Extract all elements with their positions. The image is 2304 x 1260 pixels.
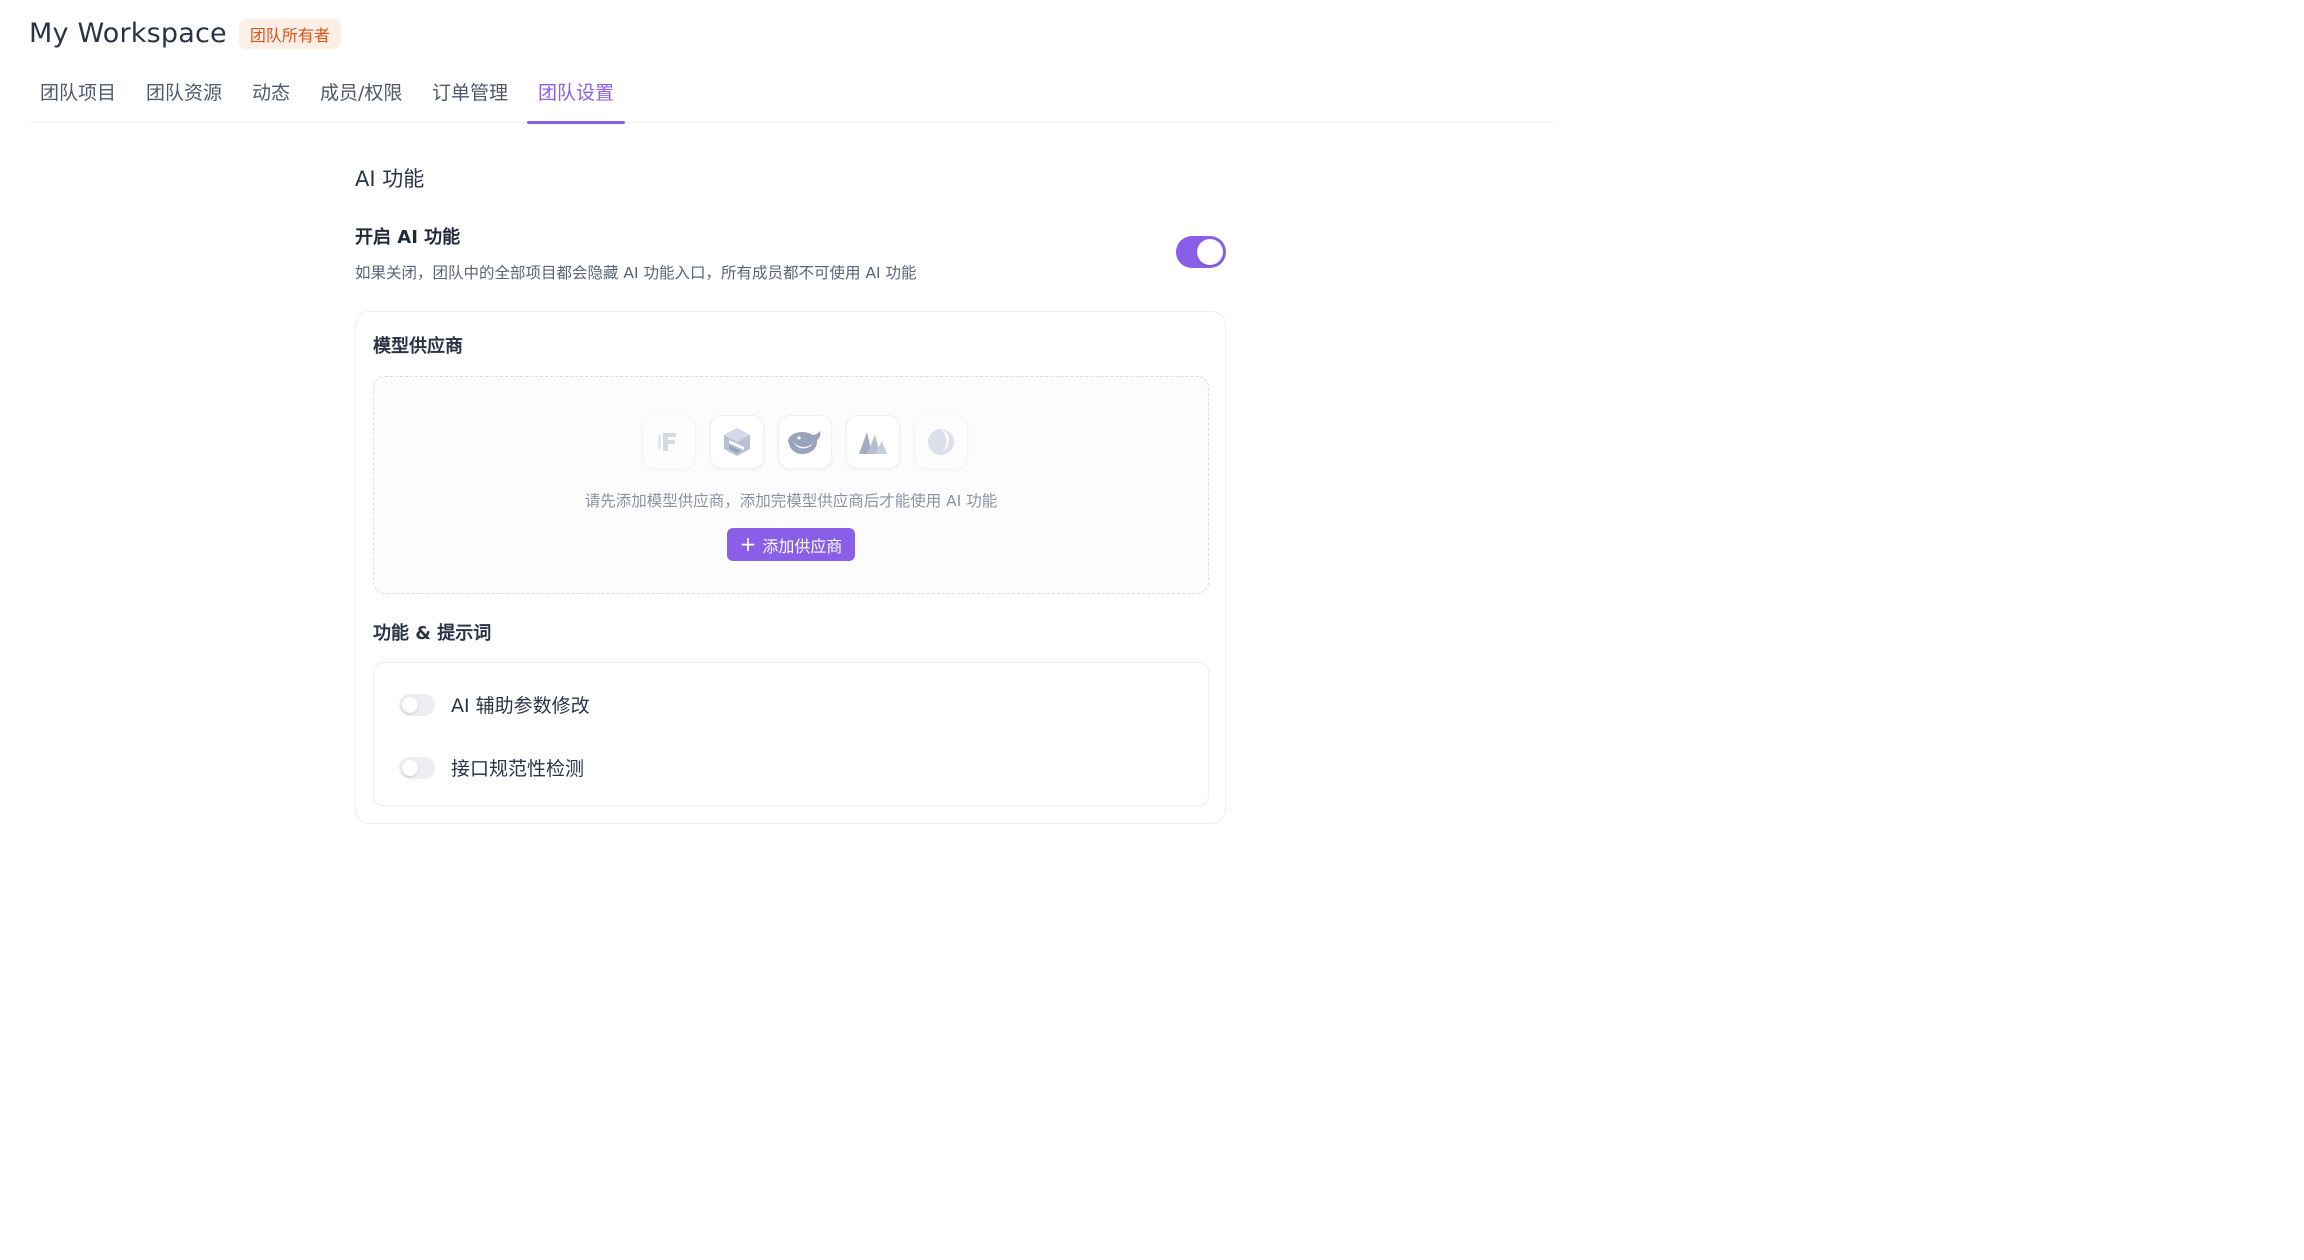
fireworks-logo-icon xyxy=(642,415,696,469)
feature-row-param-assist: AI 辅助参数修改 xyxy=(399,691,590,718)
tab-members-permissions[interactable]: 成员/权限 xyxy=(320,68,402,123)
providers-heading: 模型供应商 xyxy=(373,336,463,357)
tab-order-management[interactable]: 订单管理 xyxy=(432,68,508,123)
ai-config-card: 模型供应商 请先添加模型供应商，添加完模型供应商后才能使用 AI 功能 + 添加… xyxy=(355,311,1226,824)
feature-label: AI 辅助参数修改 xyxy=(451,695,590,717)
provider-logos xyxy=(642,415,968,471)
workspace-header: My Workspace 团队所有者 xyxy=(29,18,341,49)
api-lint-toggle[interactable] xyxy=(399,756,435,779)
add-provider-button[interactable]: + 添加供应商 xyxy=(727,528,855,561)
enable-ai-title: 开启 AI 功能 xyxy=(355,227,461,248)
moon-logo-icon xyxy=(914,415,968,469)
cube-logo-icon xyxy=(710,415,764,469)
toggle-knob xyxy=(1197,239,1223,265)
toggle-knob xyxy=(402,759,418,776)
tab-team-projects[interactable]: 团队项目 xyxy=(40,68,116,123)
feature-list: AI 辅助参数修改 接口规范性检测 xyxy=(373,662,1209,806)
provider-empty-state: 请先添加模型供应商，添加完模型供应商后才能使用 AI 功能 + 添加供应商 xyxy=(373,376,1209,594)
mountain-logo-icon xyxy=(846,415,900,469)
enable-ai-description: 如果关闭，团队中的全部项目都会隐藏 AI 功能入口，所有成员都不可使用 AI 功… xyxy=(355,264,917,282)
param-assist-toggle[interactable] xyxy=(399,693,435,716)
feature-row-api-lint: 接口规范性检测 xyxy=(399,754,584,781)
add-provider-label: 添加供应商 xyxy=(762,536,843,556)
tab-team-resources[interactable]: 团队资源 xyxy=(146,68,222,123)
provider-empty-text: 请先添加模型供应商，添加完模型供应商后才能使用 AI 功能 xyxy=(584,492,998,510)
toggle-knob xyxy=(402,696,418,713)
team-settings-page: My Workspace 团队所有者 团队项目 团队资源 动态 成员/权限 订单… xyxy=(0,0,1555,850)
feature-label: 接口规范性检测 xyxy=(451,758,585,780)
features-heading: 功能 & 提示词 xyxy=(373,623,492,644)
deepseek-whale-logo-icon xyxy=(778,415,832,469)
plus-icon: + xyxy=(739,531,757,556)
tab-team-settings[interactable]: 团队设置 xyxy=(526,68,626,124)
workspace-title: My Workspace xyxy=(29,18,227,49)
role-badge: 团队所有者 xyxy=(238,18,341,49)
ai-section-title: AI 功能 xyxy=(355,167,425,191)
tab-activity[interactable]: 动态 xyxy=(252,68,290,123)
tab-bar: 团队项目 团队资源 动态 成员/权限 订单管理 团队设置 xyxy=(29,68,1555,124)
enable-ai-toggle[interactable] xyxy=(1176,236,1226,268)
